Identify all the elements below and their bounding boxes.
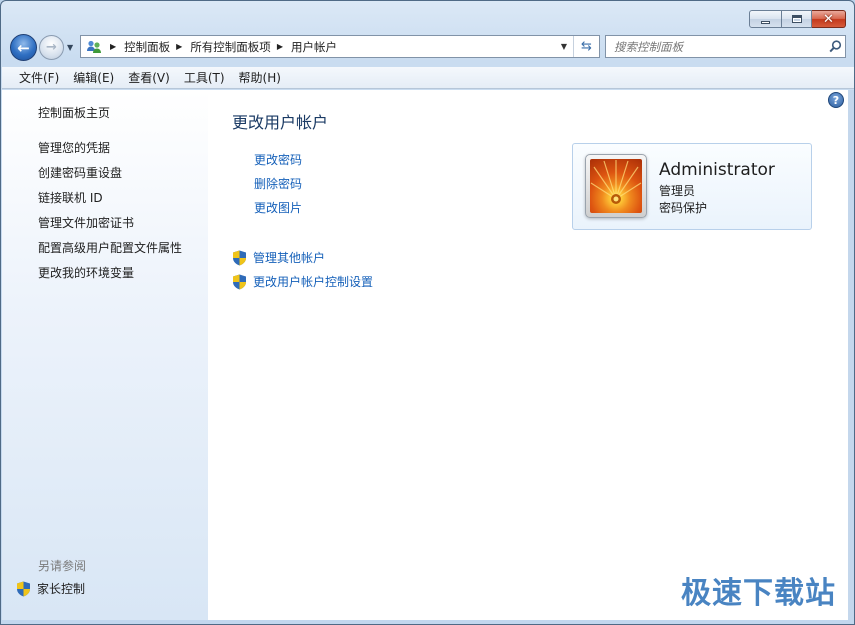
sidebar-link-parental-controls[interactable]: 家长控制 (16, 580, 85, 597)
address-bar[interactable]: ▶ 控制面板 ▶ 所有控制面板项 ▶ 用户帐户 ▼ ⇆ (80, 35, 600, 58)
menu-help[interactable]: 帮助(H) (232, 68, 288, 88)
breadcrumb: ▶ 控制面板 ▶ 所有控制面板项 ▶ 用户帐户 (104, 39, 555, 55)
manage-other-accounts-link[interactable]: 管理其他帐户 (232, 249, 325, 266)
maximize-icon (791, 15, 802, 23)
task-pane: 控制面板主页 管理您的凭据 创建密码重设盘 链接联机 ID 管理文件加密证书 配… (2, 90, 208, 620)
recent-pages-dropdown[interactable]: ▼ (67, 43, 73, 52)
sidebar-link-online-id[interactable]: 链接联机 ID (38, 189, 103, 206)
breadcrumb-chevron-icon[interactable]: ▶ (110, 42, 116, 51)
change-picture-link[interactable]: 更改图片 (254, 199, 302, 216)
manage-other-accounts-label: 管理其他帐户 (253, 251, 326, 265)
watermark: 极速下载站 (681, 576, 836, 611)
see-also-heading: 另请参阅 (38, 559, 87, 573)
help-icon[interactable]: ? (828, 92, 844, 108)
caption-buttons: ✕ (749, 10, 846, 28)
search-box[interactable] (605, 35, 846, 58)
remove-password-link[interactable]: 删除密码 (254, 175, 302, 192)
breadcrumb-control-panel[interactable]: 控制面板 (124, 39, 170, 55)
sidebar-link-encryption-certs[interactable]: 管理文件加密证书 (38, 214, 134, 231)
uac-shield-icon (233, 274, 246, 289)
flower-picture-icon (590, 159, 642, 213)
forward-button[interactable]: → (39, 35, 64, 60)
control-panel-window: ✕ ← → ▼ ▶ 控制面板 ▶ 所有控制面板项 ▶ 用户帐户 ▼ ⇆ 搜索控制… (0, 0, 855, 625)
address-dropdown-button[interactable]: ▼ (555, 42, 573, 51)
user-name: Administrator (659, 160, 775, 180)
close-icon: ✕ (823, 11, 834, 27)
menu-tools[interactable]: 工具(T) (177, 68, 232, 88)
parental-controls-label: 家长控制 (37, 582, 86, 596)
change-password-link[interactable]: 更改密码 (254, 151, 302, 168)
uac-shield-icon (17, 581, 30, 596)
sidebar-link-profile-properties[interactable]: 配置高级用户配置文件属性 (38, 239, 182, 256)
refresh-icon: ⇆ (581, 39, 592, 54)
page-title: 更改用户帐户 (232, 113, 329, 132)
sidebar-link-credentials[interactable]: 管理您的凭据 (38, 139, 110, 156)
sidebar-link-home[interactable]: 控制面板主页 (38, 104, 110, 121)
uac-shield-icon (233, 250, 246, 265)
search-icon[interactable] (825, 40, 845, 53)
minimize-icon (761, 20, 770, 24)
maximize-button[interactable] (782, 10, 812, 28)
menu-edit[interactable]: 编辑(E) (66, 68, 121, 88)
password-status: 密码保护 (659, 201, 708, 215)
breadcrumb-chevron-icon[interactable]: ▶ (176, 42, 182, 51)
uac-settings-label: 更改用户帐户控制设置 (253, 275, 374, 289)
breadcrumb-user-accounts[interactable]: 用户帐户 (291, 39, 337, 55)
right-edge (848, 90, 854, 620)
menu-file[interactable]: 文件(F) (12, 68, 66, 88)
back-button[interactable]: ← (10, 34, 37, 61)
avatar[interactable] (585, 154, 647, 218)
menu-bar: 文件(F) 编辑(E) 查看(V) 工具(T) 帮助(H) (2, 67, 854, 89)
uac-settings-link[interactable]: 更改用户帐户控制设置 (232, 273, 373, 290)
forward-arrow-icon: → (46, 40, 57, 55)
minimize-button[interactable] (749, 10, 782, 28)
user-role: 管理员 (659, 184, 696, 198)
menu-view[interactable]: 查看(V) (121, 68, 177, 88)
breadcrumb-chevron-icon[interactable]: ▶ (277, 42, 283, 51)
search-input[interactable] (614, 39, 825, 54)
sidebar-link-environment-variables[interactable]: 更改我的环境变量 (38, 264, 134, 281)
users-icon (84, 39, 104, 55)
back-arrow-icon: ← (17, 38, 30, 57)
user-account-tile: Administrator 管理员 密码保护 (572, 143, 812, 230)
content-pane: 更改用户帐户 更改密码 删除密码 更改图片 管理其他帐户 更改用户帐户控制设置 (208, 90, 848, 620)
refresh-button[interactable]: ⇆ (573, 36, 599, 57)
sidebar-link-reset-disk[interactable]: 创建密码重设盘 (38, 164, 122, 181)
close-button[interactable]: ✕ (812, 10, 846, 28)
breadcrumb-all-items[interactable]: 所有控制面板项 (190, 39, 271, 55)
